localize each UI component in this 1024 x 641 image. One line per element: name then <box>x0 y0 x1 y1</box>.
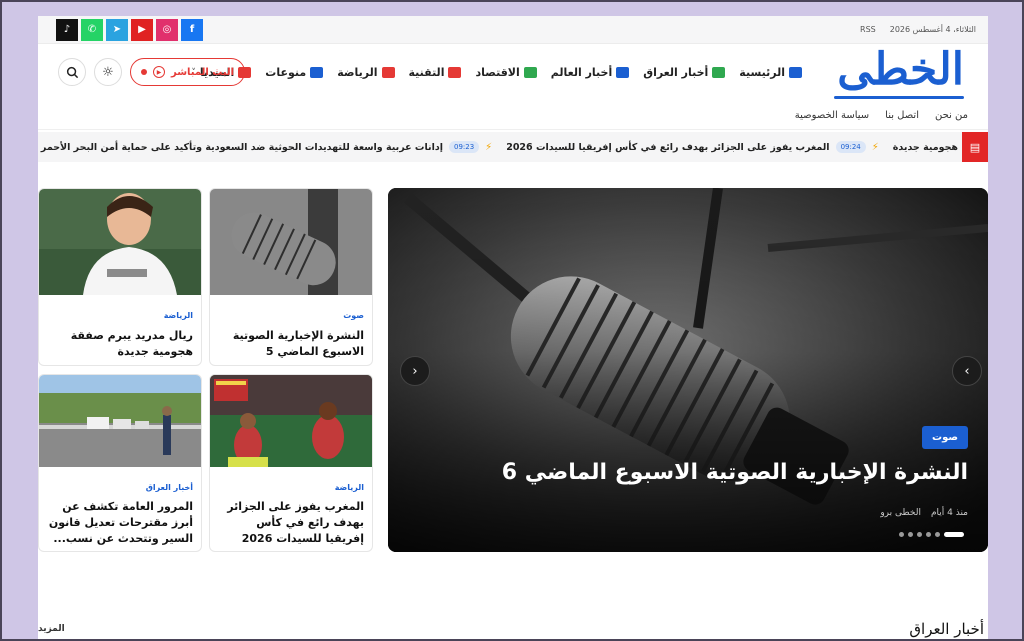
card-image <box>39 375 201 467</box>
card-category[interactable]: الرياضة <box>335 483 364 492</box>
circle-icon <box>310 67 324 78</box>
card-image <box>39 189 201 295</box>
chevron-right-icon: › <box>964 363 970 379</box>
subnav-contact[interactable]: اتصل بنا <box>885 110 919 121</box>
subnav-about[interactable]: من نحن <box>935 110 968 121</box>
nav-item[interactable]: منوعات <box>265 66 324 79</box>
nav-item[interactable]: التقنية <box>409 66 462 79</box>
section-title: أخبار العراق <box>909 620 984 638</box>
hero-meta: منذ 4 أيام الخطى برو <box>880 508 968 518</box>
header-tools: ☼ ▶ البث المباشر <box>58 58 246 86</box>
logo-underline <box>834 96 964 99</box>
facebook-icon[interactable]: f <box>181 18 203 41</box>
nav-item[interactable]: أخبار العراق <box>643 66 726 79</box>
whatsapp-icon[interactable]: ✆ <box>81 18 103 41</box>
more-link[interactable]: المزيد <box>38 624 65 634</box>
nav-item[interactable]: الاقتصاد <box>475 66 537 79</box>
theme-toggle-button[interactable]: ☼ <box>94 58 122 86</box>
ticker-track: هجومية جديدة ⚡ 09:24 المغرب يفوز على الجزائ… <box>38 132 958 162</box>
breaking-news-ticker: ▤ هجومية جديدة ⚡ 09:24 المغرب يفوز على الجز… <box>38 132 988 162</box>
tablet-icon <box>616 67 630 78</box>
nav-item[interactable]: الرئيسية <box>739 66 802 79</box>
chevron-left-icon: ‹ <box>412 363 418 379</box>
slider-next-button[interactable]: › <box>952 356 982 386</box>
card-title[interactable]: النشرة الإخبارية الصوتية الاسبوع الماضي … <box>218 328 364 360</box>
phone-icon <box>448 67 462 78</box>
slider-dot[interactable] <box>935 532 940 537</box>
slider-dot[interactable] <box>917 532 922 537</box>
nav-label: أخبار العالم <box>550 66 613 79</box>
news-card[interactable]: صوت النشرة الإخبارية الصوتية الاسبوع الم… <box>209 188 373 366</box>
live-dot-icon <box>141 69 147 75</box>
hero-overlay <box>388 188 988 552</box>
news-card[interactable]: الرياضة ريال مدريد يبرم صفقة هجومية جديد… <box>38 188 202 366</box>
ticker-item[interactable]: ⚡ 09:24 المغرب يفوز على الجزائر بهدف رائع … <box>506 141 879 153</box>
topbar: الثلاثاء، 4 أغسطس 2026 RSS ♪ ✆ ➤ ▶ ◎ f <box>38 16 988 44</box>
card-category[interactable]: أخبار العراق <box>146 483 193 492</box>
main-nav: الرئيسية أخبار العراق أخبار العالم الاقتصاد… <box>191 66 802 79</box>
slider-dot[interactable] <box>944 532 964 537</box>
card-image <box>210 189 372 295</box>
news-card[interactable]: الرياضة المغرب يفوز على الجزائر بهدف رائ… <box>209 374 373 552</box>
chart-icon <box>523 67 537 78</box>
tiktok-icon[interactable]: ♪ <box>56 18 78 41</box>
ball-icon <box>381 67 395 78</box>
live-label: البث المباشر <box>171 66 235 78</box>
ticker-text: هجومية جديدة <box>892 141 958 153</box>
instagram-icon[interactable]: ◎ <box>156 18 178 41</box>
slider-dot[interactable] <box>908 532 913 537</box>
bolt-icon: ⚡ <box>485 141 493 153</box>
slider-dot[interactable] <box>899 532 904 537</box>
book-icon <box>712 67 726 78</box>
bolt-icon: ⚡ <box>871 141 879 153</box>
card-title[interactable]: المغرب يفوز على الجزائر بهدف رائع في كأس… <box>218 499 364 547</box>
search-button[interactable] <box>58 58 86 86</box>
nav-label: الرياضة <box>337 66 378 79</box>
hero-category-badge[interactable]: صوت <box>922 426 968 449</box>
hero-slider[interactable]: صوت النشرة الإخبارية الصوتية الاسبوع الم… <box>388 188 988 552</box>
hero-time: منذ 4 أيام <box>930 508 968 518</box>
card-category[interactable]: الرياضة <box>164 311 193 320</box>
date-label: الثلاثاء، 4 أغسطس 2026 <box>889 25 976 34</box>
bank-icon <box>789 67 802 78</box>
page: الثلاثاء، 4 أغسطس 2026 RSS ♪ ✆ ➤ ▶ ◎ f الخطى … <box>38 16 988 641</box>
youtube-icon[interactable]: ▶ <box>131 18 153 41</box>
ticker-icon: ▤ <box>962 132 988 162</box>
slider-dot[interactable] <box>926 532 931 537</box>
social-links: ♪ ✆ ➤ ▶ ◎ f <box>56 18 203 41</box>
slider-prev-button[interactable]: ‹ <box>400 356 430 386</box>
ticker-text: إدانات عربية واسعة للتهديدات الحوثية ضد … <box>40 141 443 153</box>
subnav-privacy[interactable]: سياسة الخصوصية <box>795 110 869 121</box>
rss-link[interactable]: RSS <box>860 25 876 34</box>
slider-dots <box>899 532 964 537</box>
hero-author[interactable]: الخطى برو <box>880 508 921 518</box>
header: الخطى الرئيسية أخبار العراق أخبار العالم ال… <box>38 44 988 102</box>
nav-label: الرئيسية <box>739 66 785 79</box>
card-image <box>210 375 372 467</box>
ticker-text: المغرب يفوز على الجزائر بهدف رائع في كأس… <box>506 141 830 153</box>
nav-item[interactable]: أخبار العالم <box>550 66 630 79</box>
hero-title[interactable]: النشرة الإخبارية الصوتية الاسبوع الماضي … <box>502 460 968 485</box>
card-title[interactable]: ريال مدريد يبرم صفقة هجومية جديدة <box>47 328 193 360</box>
live-stream-button[interactable]: ▶ البث المباشر <box>130 58 246 86</box>
ticker-time: 09:24 <box>835 141 866 153</box>
nav-label: منوعات <box>265 66 307 79</box>
search-icon <box>66 66 78 78</box>
ticker-time: 09:23 <box>448 141 480 153</box>
sun-icon: ☼ <box>102 64 114 80</box>
nav-label: أخبار العراق <box>643 66 709 79</box>
nav-item[interactable]: الرياضة <box>337 66 395 79</box>
nav-label: التقنية <box>408 66 445 79</box>
card-title[interactable]: المرور العامة تكشف عن أبرز مقترحات تعديل… <box>47 499 193 547</box>
secondary-nav: من نحن اتصل بنا سياسة الخصوصية <box>38 102 988 130</box>
ticker-item[interactable]: هجومية جديدة <box>893 142 958 153</box>
telegram-icon[interactable]: ➤ <box>106 18 128 41</box>
ticker-item[interactable]: ⚡ 09:23 إدانات عربية واسعة للتهديدات الحوث… <box>41 141 492 153</box>
news-card[interactable]: أخبار العراق المرور العامة تكشف عن أبرز … <box>38 374 202 552</box>
nav-label: الاقتصاد <box>475 66 520 79</box>
play-icon: ▶ <box>153 66 165 78</box>
card-category[interactable]: صوت <box>343 311 364 320</box>
site-logo[interactable]: الخطى <box>837 48 966 92</box>
